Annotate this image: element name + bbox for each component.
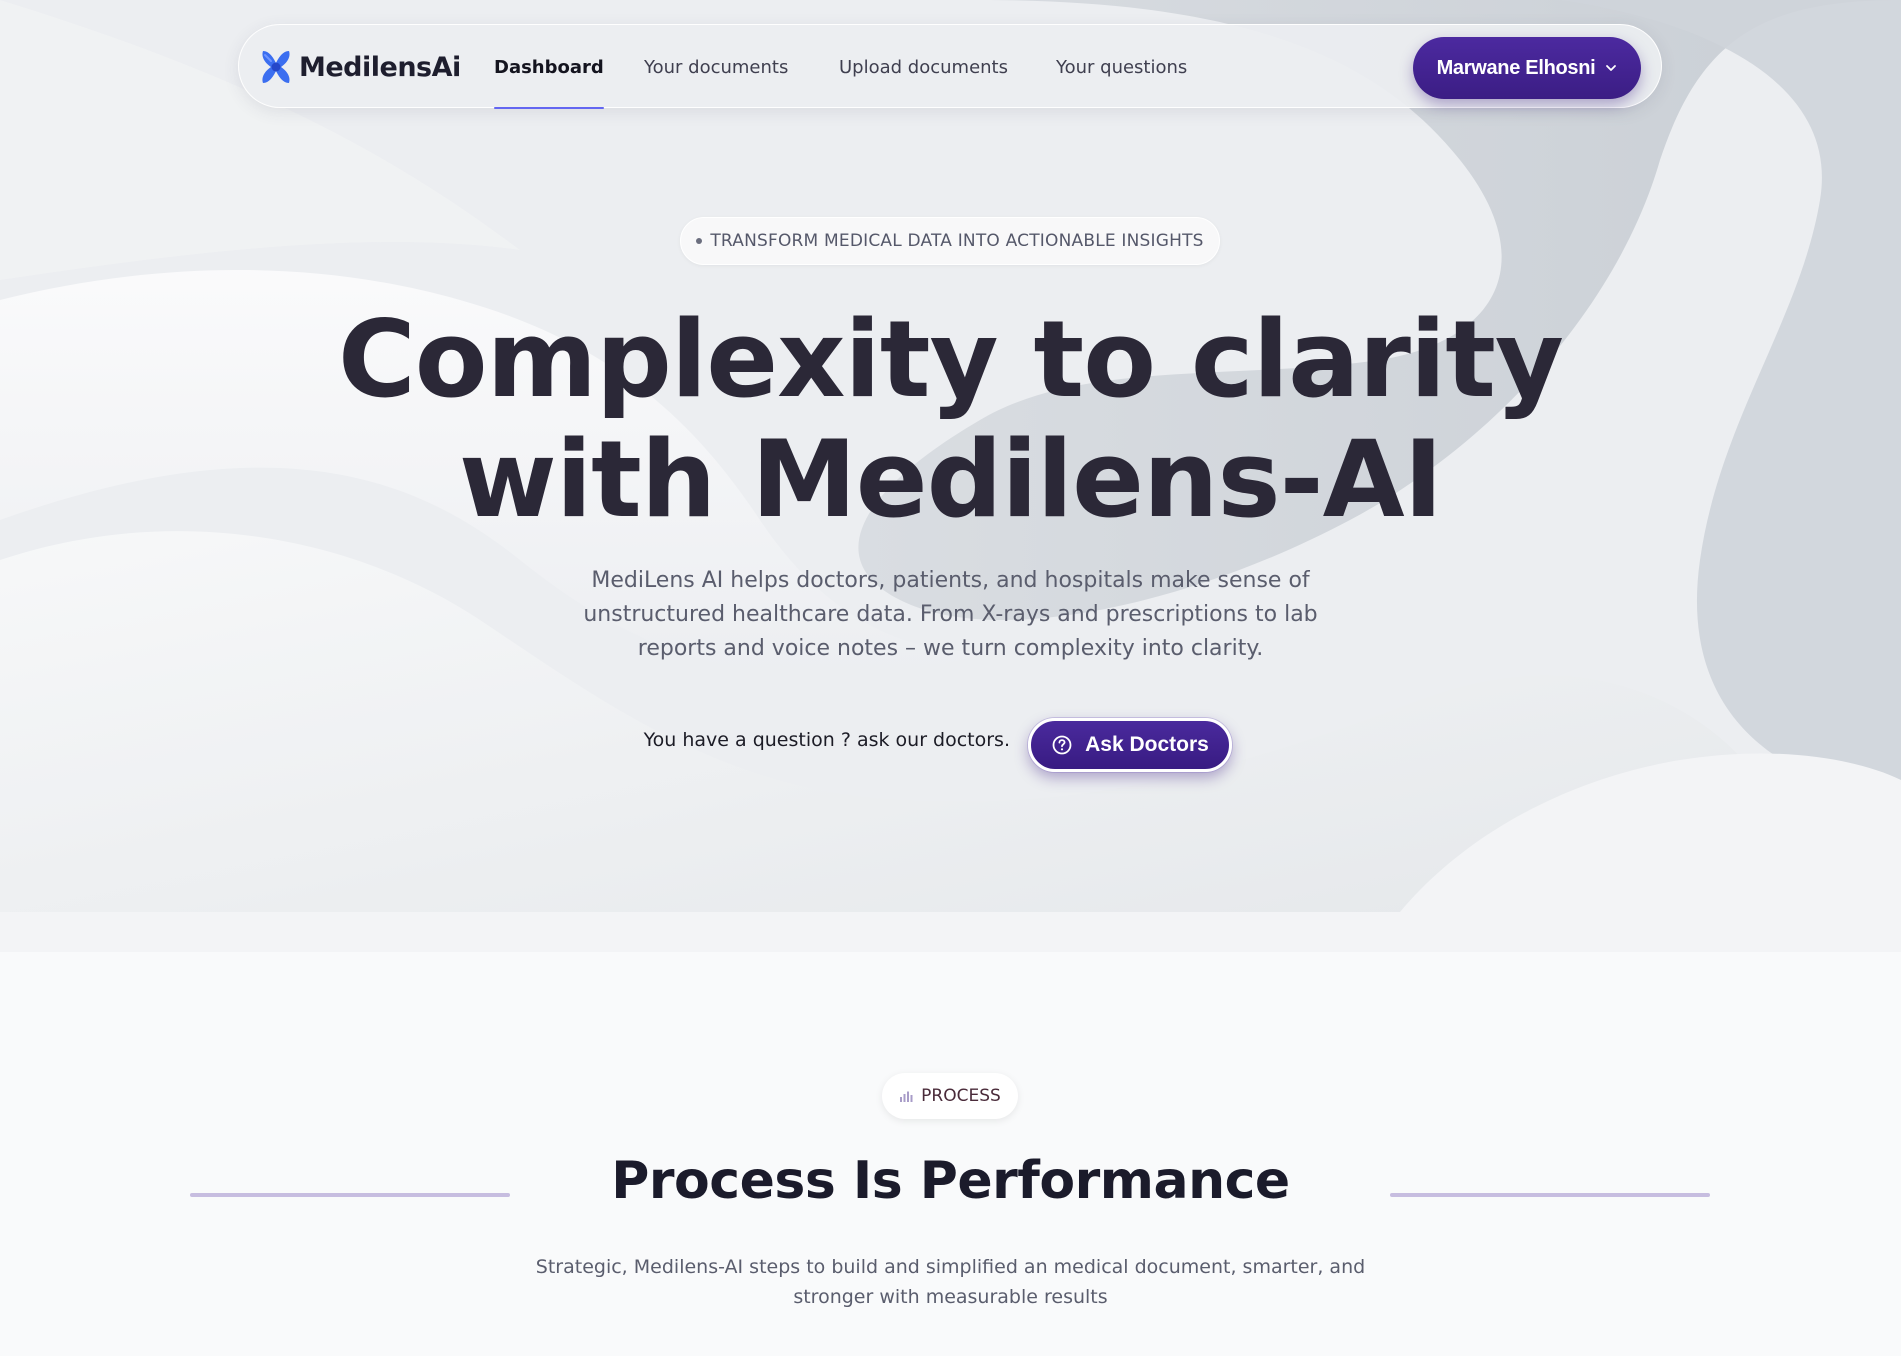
question-circle-icon (1052, 735, 1072, 755)
tagline-badge: TRANSFORM MEDICAL DATA INTO ACTIONABLE I… (680, 217, 1220, 265)
ask-doctors-prompt: You have a question ? ask our doctors. (643, 729, 1010, 751)
active-tab-indicator (494, 107, 604, 109)
process-badge: PROCESS (882, 1073, 1018, 1119)
nav-dashboard-label: Dashboard (494, 56, 604, 78)
nav-your-questions-label: Your questions (1056, 56, 1188, 78)
process-description: Strategic, Medilens-AI steps to build an… (535, 1256, 1366, 1308)
nav-upload-documents[interactable]: Upload documents (839, 25, 1008, 109)
hero-title-line-2: with Medilens-AI (458, 418, 1443, 541)
chevron-down-icon (1606, 65, 1617, 71)
nav-dashboard[interactable]: Dashboard (494, 25, 604, 109)
section-divider (0, 912, 1901, 952)
hero-title-line-1: Complexity to clarity (337, 298, 1564, 421)
brand-logo[interactable]: MedilensAi (259, 47, 461, 87)
ask-doctors-button[interactable]: Ask Doctors (1028, 718, 1232, 772)
nav-your-documents-label: Your documents (644, 56, 789, 78)
ask-doctors-label: Ask Doctors (1085, 733, 1209, 756)
nav-upload-documents-label: Upload documents (839, 56, 1008, 78)
hero-section: MedilensAi Dashboard Your documents Uplo… (0, 0, 1901, 912)
user-name: Marwane Elhosni (1436, 56, 1596, 79)
user-menu-button[interactable]: Marwane Elhosni (1413, 37, 1641, 99)
bullet-dot-icon (696, 238, 703, 244)
process-title: Process Is Performance (611, 1151, 1290, 1211)
page: MedilensAi Dashboard Your documents Uplo… (0, 0, 1901, 1356)
tagline-text: TRANSFORM MEDICAL DATA INTO ACTIONABLE I… (710, 231, 1204, 251)
top-navbar: MedilensAi Dashboard Your documents Uplo… (238, 24, 1662, 109)
bar-chart-icon (900, 1091, 913, 1102)
hero-description: MediLens AI helps doctors, patients, and… (583, 568, 1318, 661)
brand-name: MedilensAi (299, 51, 461, 83)
nav-your-documents[interactable]: Your documents (644, 25, 788, 109)
hero-title: Complexity to clarity with Medilens-AI (300, 300, 1601, 540)
decorative-line-left (190, 1193, 510, 1197)
nav-your-questions[interactable]: Your questions (1056, 25, 1187, 109)
decorative-line-right (1390, 1193, 1710, 1197)
medilens-x-logo-icon (262, 51, 290, 83)
process-badge-label: PROCESS (921, 1086, 1001, 1106)
